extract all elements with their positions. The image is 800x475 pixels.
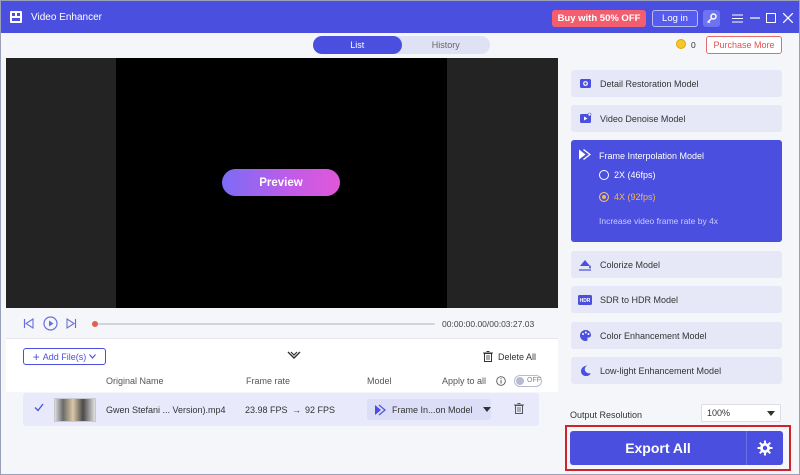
- title-bar: Video Enhancer Buy with 50% OFF Log in: [1, 1, 799, 33]
- purchase-more-button[interactable]: Purchase More: [706, 36, 782, 54]
- frame-interpolation-icon: [375, 404, 386, 415]
- file-name: Gwen Stefani ... Version).mp4: [106, 405, 226, 415]
- chevron-down-icon: [89, 354, 97, 359]
- dropdown-arrow-icon: [767, 411, 775, 416]
- model-panel: Detail Restoration Model Video Denoise M…: [558, 58, 799, 474]
- login-button[interactable]: Log in: [652, 10, 698, 27]
- colorize-icon: [578, 258, 592, 272]
- svg-text:HDR: HDR: [580, 298, 591, 304]
- table-row[interactable]: Gwen Stefani ... Version).mp4 23.98 FPS …: [23, 393, 539, 426]
- model-frame-interpolation-header: Frame Interpolation Model: [578, 148, 704, 163]
- model-label: Frame Interpolation Model: [599, 150, 705, 161]
- view-tabs: List History: [313, 36, 490, 54]
- plus-icon: +: [32, 349, 40, 364]
- model-color-enhancement[interactable]: Color Enhancement Model: [571, 322, 782, 349]
- skip-forward-icon[interactable]: [65, 317, 78, 330]
- maximize-icon[interactable]: [763, 10, 779, 26]
- trash-icon[interactable]: [514, 403, 524, 416]
- video-thumbnail: [54, 398, 96, 422]
- model-label: Colorize Model: [600, 259, 661, 270]
- table-header: Original Name Frame rate Model Apply to …: [6, 370, 558, 392]
- export-all-button[interactable]: Export All: [570, 431, 746, 465]
- coin-icon: [676, 39, 686, 49]
- add-files-label: Add File(s): [42, 351, 87, 362]
- app-title: Video Enhancer: [31, 11, 102, 23]
- model-description: Increase video frame rate by 4x: [599, 216, 719, 226]
- progress-track[interactable]: [98, 323, 435, 325]
- buy-discount-button[interactable]: Buy with 50% OFF: [552, 10, 646, 27]
- play-icon[interactable]: [43, 316, 58, 331]
- radio-button-selected[interactable]: [599, 192, 609, 202]
- progress-handle[interactable]: [92, 321, 98, 327]
- model-detail-restoration[interactable]: Detail Restoration Model: [571, 70, 782, 97]
- column-frame-rate: Frame rate: [246, 376, 291, 386]
- model-video-denoise[interactable]: Video Denoise Model: [571, 105, 782, 132]
- coin-count: 0: [691, 40, 696, 50]
- export-settings-button[interactable]: [746, 431, 783, 465]
- model-label: Video Denoise Model: [600, 113, 686, 124]
- info-icon[interactable]: [496, 376, 506, 388]
- palette-icon: [578, 329, 592, 343]
- playback-bar: 00:00:00.00/00:03:27.03: [6, 308, 558, 338]
- frame-rate-from: 23.98 FPS: [245, 405, 288, 415]
- moon-icon: [578, 364, 592, 378]
- delete-all-button[interactable]: Delete All: [483, 351, 536, 362]
- add-files-button[interactable]: + Add File(s): [23, 348, 106, 365]
- model-select[interactable]: Frame In...on Model: [367, 399, 491, 420]
- output-resolution-value: 100%: [707, 408, 731, 418]
- menu-icon[interactable]: [729, 10, 745, 26]
- model-sdr-to-hdr[interactable]: HDR SDR to HDR Model: [571, 286, 782, 313]
- video-denoise-icon: [578, 112, 592, 126]
- apply-to-all-label: Apply to all: [442, 376, 487, 386]
- timecode: 00:00:00.00/00:03:27.03: [442, 319, 535, 329]
- tab-history[interactable]: History: [402, 36, 491, 54]
- trash-icon: [483, 351, 493, 362]
- output-resolution-select[interactable]: 100%: [701, 404, 781, 422]
- output-resolution-label: Output Resolution: [570, 410, 643, 420]
- delete-all-label: Delete All: [498, 351, 537, 362]
- radio-button[interactable]: [599, 170, 609, 180]
- model-frame-interpolation[interactable]: Frame Interpolation Model 2X (46fps) 4X …: [571, 140, 782, 242]
- option-4x[interactable]: 4X (92fps): [599, 192, 656, 202]
- option-label: 2X (46fps): [614, 170, 656, 180]
- column-model: Model: [367, 376, 392, 386]
- apply-to-all-toggle[interactable]: OFF: [514, 375, 542, 387]
- close-icon[interactable]: [780, 10, 796, 26]
- gear-icon: [757, 440, 773, 456]
- checkmark-icon[interactable]: [34, 403, 44, 414]
- app-window: Video Enhancer Buy with 50% OFF Log in L…: [0, 0, 800, 475]
- tab-list[interactable]: List: [313, 36, 402, 54]
- model-label: Detail Restoration Model: [600, 78, 699, 89]
- dropdown-arrow-icon: [482, 407, 491, 412]
- model-label: Color Enhancement Model: [600, 330, 707, 341]
- preview-button[interactable]: Preview: [222, 169, 340, 196]
- toggle-state: OFF: [527, 377, 541, 384]
- frame-rate-to: 92 FPS: [305, 405, 336, 415]
- model-label: SDR to HDR Model: [600, 294, 679, 305]
- option-label: 4X (92fps): [614, 192, 656, 202]
- app-logo-icon: [7, 8, 25, 26]
- hdr-icon: HDR: [578, 293, 592, 307]
- option-2x[interactable]: 2X (46fps): [599, 170, 656, 180]
- model-colorize[interactable]: Colorize Model: [571, 251, 782, 278]
- model-low-light-enhancement[interactable]: Low-light Enhancement Model: [571, 357, 782, 384]
- model-label: Low-light Enhancement Model: [600, 365, 722, 376]
- arrow-icon: →: [292, 405, 301, 415]
- key-icon[interactable]: [703, 10, 720, 27]
- frame-interpolation-icon: [578, 148, 592, 163]
- top-row: List History 0 Purchase More: [1, 33, 799, 58]
- preview-area: Preview: [6, 58, 558, 308]
- file-toolbar: + Add File(s) Delete All: [6, 338, 558, 370]
- skip-back-icon[interactable]: [22, 317, 35, 330]
- collapse-chevron-icon[interactable]: [287, 351, 301, 362]
- detail-restoration-icon: [578, 77, 592, 91]
- model-select-label: Frame In...on Model: [392, 404, 473, 415]
- column-original-name: Original Name: [106, 376, 164, 386]
- toggle-knob: [516, 377, 524, 385]
- minimize-icon[interactable]: [747, 10, 763, 26]
